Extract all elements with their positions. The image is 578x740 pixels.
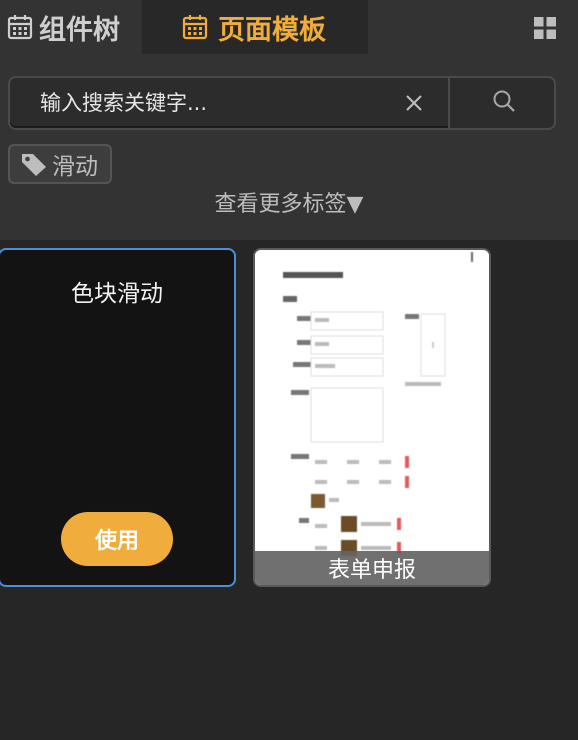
tag-label: 滑动 bbox=[52, 154, 98, 180]
tag-chip[interactable]: 滑动 bbox=[8, 144, 112, 184]
filter-panel: 滑动 查看更多标签▼ bbox=[0, 54, 578, 240]
template-preview-thumbnail bbox=[255, 250, 489, 585]
calendar-icon bbox=[7, 14, 33, 40]
tab-component-tree[interactable]: 组件树 bbox=[0, 0, 142, 54]
tab-page-template-label: 页面模板 bbox=[218, 14, 326, 46]
template-card[interactable]: 色块滑动 使用 bbox=[0, 248, 236, 587]
calendar-icon bbox=[182, 14, 208, 40]
use-button[interactable]: 使用 bbox=[61, 512, 173, 566]
template-card[interactable]: 表单申报 bbox=[253, 248, 491, 587]
search-input[interactable] bbox=[40, 78, 370, 128]
template-title: 表单申报 bbox=[255, 551, 489, 585]
search-icon bbox=[492, 89, 516, 117]
search-field bbox=[10, 78, 448, 128]
clear-icon[interactable] bbox=[404, 93, 424, 113]
search-button[interactable] bbox=[448, 78, 558, 128]
tab-component-tree-label: 组件树 bbox=[39, 14, 120, 46]
template-title: 色块滑动 bbox=[71, 281, 163, 307]
more-tags-link[interactable]: 查看更多标签▼ bbox=[0, 186, 578, 218]
grid-view-icon[interactable] bbox=[534, 17, 556, 39]
tab-page-template[interactable]: 页面模板 bbox=[142, 0, 368, 54]
tag-icon bbox=[20, 151, 48, 177]
search-bar bbox=[8, 76, 556, 130]
top-tab-bar: 组件树 页面模板 bbox=[0, 0, 578, 54]
